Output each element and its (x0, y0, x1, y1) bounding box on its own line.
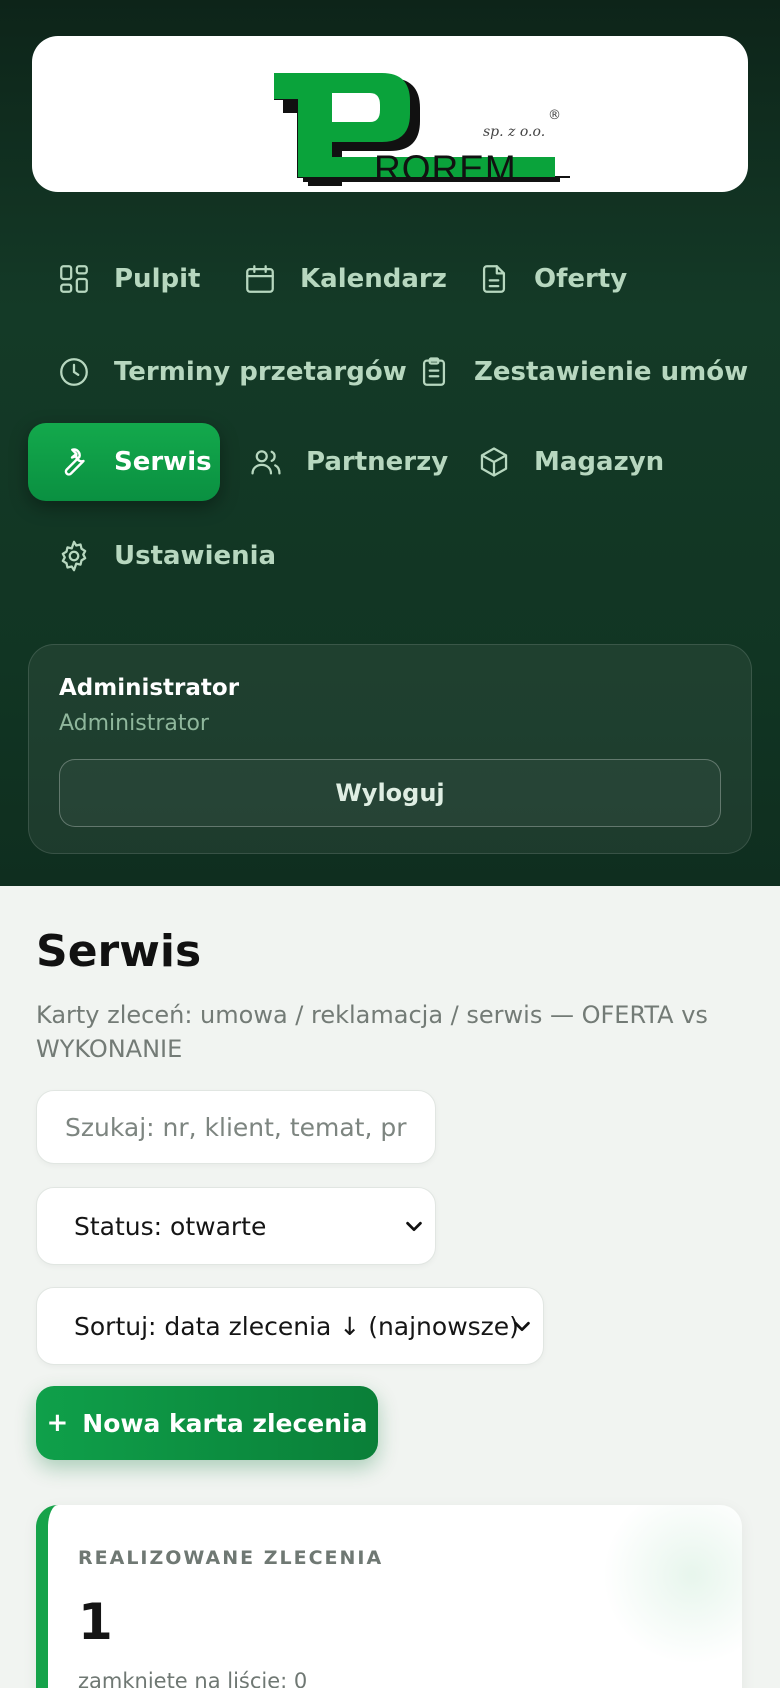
user-name: Administrator (59, 675, 240, 701)
registered-mark: ® (548, 108, 561, 123)
stat-note: zamknięte na liście: 0 (78, 1669, 308, 1688)
status-select[interactable]: Status: otwarte (36, 1187, 436, 1265)
user-card: Administrator Administrator Wyloguj (28, 644, 752, 854)
box-icon (476, 444, 512, 480)
nav-label: Ustawienia (114, 541, 277, 571)
file-icon (476, 261, 512, 297)
search-placeholder: Szukaj: nr, klient, temat, pr (65, 1112, 407, 1142)
new-order-card-label: Nowa karta zlecenia (82, 1408, 368, 1438)
nav-item-kalendarz[interactable]: Kalendarz (214, 240, 447, 318)
grid-icon (56, 261, 92, 297)
stat-card-glow (602, 1505, 742, 1665)
nav-item-partnerzy[interactable]: Partnerzy (220, 423, 448, 501)
nav-item-oferty[interactable]: Oferty (448, 240, 627, 318)
search-input[interactable]: Szukaj: nr, klient, temat, pr (36, 1090, 436, 1164)
nav-item-terminy-przetargow[interactable]: Terminy przetargów (28, 333, 407, 411)
wrench-icon (56, 444, 92, 480)
calendar-icon (242, 261, 278, 297)
stat-card-realized-orders: REALIZOWANE ZLECENIA 1 zamknięte na liśc… (36, 1505, 742, 1688)
nav-label: Magazyn (534, 447, 665, 477)
nav-item-zestawienie-umow[interactable]: Zestawienie umów (388, 333, 748, 411)
logout-button[interactable]: Wyloguj (59, 759, 721, 827)
nav-label: Oferty (534, 264, 628, 294)
plus-icon: + (46, 1408, 69, 1438)
chevron-down-icon (514, 1321, 530, 1332)
nav-label: Terminy przetargów (114, 357, 407, 387)
stat-label: REALIZOWANE ZLECENIA (78, 1547, 384, 1569)
new-order-card-button[interactable]: + Nowa karta zlecenia (36, 1386, 378, 1460)
nav-item-serwis[interactable]: Serwis (28, 423, 220, 501)
users-icon (248, 444, 284, 480)
page-subtitle: Karty zleceń: umowa / reklamacja / serwi… (36, 1001, 708, 1063)
nav-label: Pulpit (114, 264, 201, 294)
sort-select-value: Sortuj: data zlecenia ↓ (najnowsze) (74, 1311, 519, 1341)
stat-value: 1 (78, 1593, 113, 1651)
sort-select[interactable]: Sortuj: data zlecenia ↓ (najnowsze) (36, 1287, 544, 1365)
nav-item-pulpit[interactable]: Pulpit (28, 240, 200, 318)
clock-icon (56, 354, 92, 390)
gear-icon (56, 538, 92, 574)
logo-wordmark: ROREM (374, 148, 517, 189)
logo-subtitle: sp. z o.o. (483, 124, 546, 140)
logo-card[interactable]: sp. z o.o. ® ROREM (32, 36, 748, 192)
nav-item-ustawienia[interactable]: Ustawienia (28, 517, 276, 595)
nav-label: Zestawienie umów (474, 357, 749, 387)
nav-label: Kalendarz (300, 264, 447, 294)
nav-label: Serwis (114, 447, 212, 477)
top-navigation-panel: sp. z o.o. ® ROREM Pulpit Kalendarz Ofer… (0, 0, 780, 886)
chevron-down-icon (406, 1221, 422, 1232)
nav-item-magazyn[interactable]: Magazyn (448, 423, 664, 501)
user-role: Administrator (59, 711, 209, 736)
page-title: Serwis (36, 926, 202, 977)
clipboard-icon (416, 354, 452, 390)
nav-label: Partnerzy (306, 447, 449, 477)
status-select-value: Status: otwarte (74, 1211, 267, 1241)
